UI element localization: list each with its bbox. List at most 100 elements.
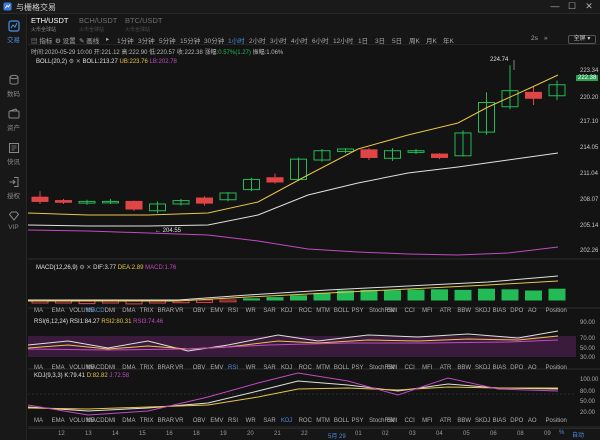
indicator-tab-ao[interactable]: AO [528, 308, 537, 314]
candlestick-chart[interactable] [28, 45, 600, 440]
indicator-tab-mtm[interactable]: MTM [316, 365, 330, 371]
interval-month[interactable]: 月K [426, 35, 437, 45]
maximize-button[interactable]: ☐ [565, 1, 579, 12]
indicator-tab-ma[interactable]: MA [34, 418, 43, 424]
indicator-tab-brar[interactable]: BRAR [157, 308, 174, 314]
interval-2h[interactable]: 2小时 [249, 35, 266, 45]
indicator-tab-brar[interactable]: BRAR [157, 365, 174, 371]
indicator-tab-obv[interactable]: OBV [193, 308, 206, 314]
refresh-interval[interactable]: 2s [531, 35, 538, 42]
interval-week[interactable]: 周K [409, 35, 420, 45]
pair-tab-btc[interactable]: BTC/USDT 火币全球站 [125, 16, 167, 33]
indicator-tab-position[interactable]: Position [546, 418, 567, 424]
indicator-tab-bias[interactable]: BIAS [493, 365, 507, 371]
interval-3d[interactable]: 3日 [375, 35, 385, 45]
indicator-tab-skdj[interactable]: SKDJ [475, 418, 490, 424]
percent-toggle[interactable]: % [559, 430, 564, 436]
indicator-tab-kdj[interactable]: KDJ [281, 365, 292, 371]
indicator-tab-dmi[interactable]: DMI [105, 365, 116, 371]
interval-3m[interactable]: 3分钟 [138, 35, 155, 45]
indicator-tab-smi[interactable]: SMI [387, 418, 398, 424]
indicator-tab-rsi[interactable]: RSI [228, 308, 238, 314]
indicator-tab-cci[interactable]: CCI [404, 418, 414, 424]
minimize-button[interactable]: — [548, 1, 562, 11]
scroll-right-icon[interactable]: » [544, 35, 548, 42]
indicator-tab-ma[interactable]: MA [34, 365, 43, 371]
indicator-tab-macd[interactable]: MACD [87, 418, 105, 424]
interval-6h[interactable]: 6小时 [312, 35, 329, 45]
interval-5d[interactable]: 5日 [392, 35, 402, 45]
indicator-tab-boll[interactable]: BOLL [334, 365, 349, 371]
indicator-tab-mfi[interactable]: MFI [422, 308, 432, 314]
indicator-tab-obv[interactable]: OBV [193, 418, 206, 424]
interval-1m[interactable]: 1分钟 [117, 35, 134, 45]
indicator-tab-ema[interactable]: EMA [52, 418, 65, 424]
indicator-tab-roc[interactable]: ROC [299, 308, 312, 314]
indicator-tab-ma[interactable]: MA [34, 308, 43, 314]
indicator-tab-kdj[interactable]: KDJ [281, 418, 292, 424]
indicator-tab-macd[interactable]: MACD [87, 308, 105, 314]
interval-30m[interactable]: 30分钟 [204, 35, 224, 45]
sidebar-item-data[interactable]: 数码 [0, 74, 27, 104]
indicator-tab-mfi[interactable]: MFI [422, 365, 432, 371]
indicator-tab-wr[interactable]: WR [246, 308, 256, 314]
indicator-tab-obv[interactable]: OBV [193, 365, 206, 371]
interval-year[interactable]: 年K [443, 35, 454, 45]
indicator-tab-macd[interactable]: MACD [87, 365, 105, 371]
indicator-tab-vr[interactable]: VR [175, 365, 183, 371]
interval-3h[interactable]: 3小时 [270, 35, 287, 45]
indicator-tab-trix[interactable]: TRIX [140, 308, 154, 314]
indicator-tab-roc[interactable]: ROC [299, 365, 312, 371]
indicator-tab-dpo[interactable]: DPO [510, 365, 523, 371]
indicator-tab-ema[interactable]: EMA [52, 365, 65, 371]
indicator-tab-bbw[interactable]: BBW [457, 365, 471, 371]
sidebar-item-assets[interactable]: 资产 [0, 108, 27, 138]
indicator-tab-psy[interactable]: PSY [352, 308, 364, 314]
indicator-tab-cci[interactable]: CCI [404, 308, 414, 314]
sidebar-item-trade[interactable]: 交易 [0, 20, 27, 50]
indicator-tab-bias[interactable]: BIAS [493, 418, 507, 424]
indicator-tab-emv[interactable]: EMV [210, 365, 223, 371]
indicator-tab-mtm[interactable]: MTM [316, 418, 330, 424]
indicator-tab-atr[interactable]: ATR [440, 365, 452, 371]
indicator-tab-dpo[interactable]: DPO [510, 308, 523, 314]
indicator-tab-sar[interactable]: SAR [263, 418, 275, 424]
indicator-tab-boll[interactable]: BOLL [334, 418, 349, 424]
interval-dropdown[interactable]: ▸ [106, 35, 109, 43]
interval-15m[interactable]: 15分钟 [180, 35, 200, 45]
indicator-tab-mfi[interactable]: MFI [422, 418, 432, 424]
indicator-tab-vr[interactable]: VR [175, 308, 183, 314]
indicator-tab-sar[interactable]: SAR [263, 365, 275, 371]
settings-icon[interactable]: ⚙ ✕ [79, 265, 91, 271]
interval-5m[interactable]: 5分钟 [159, 35, 176, 45]
indicator-tab-ao[interactable]: AO [528, 365, 537, 371]
indicator-tab-dma[interactable]: DMA [122, 365, 135, 371]
indicator-tab-sar[interactable]: SAR [263, 308, 275, 314]
sidebar-item-news[interactable]: 快讯 [0, 142, 27, 172]
pair-tab-eth[interactable]: ETH/USDT 火币全球站 [31, 16, 73, 33]
indicator-tab-position[interactable]: Position [546, 365, 567, 371]
indicator-tab-dpo[interactable]: DPO [510, 418, 523, 424]
indicator-tab-roc[interactable]: ROC [299, 418, 312, 424]
indicator-tab-brar[interactable]: BRAR [157, 418, 174, 424]
indicator-tab-smi[interactable]: SMI [387, 308, 398, 314]
indicator-tab-rsi[interactable]: RSI [228, 418, 238, 424]
fullscreen-button[interactable]: 全屏 ▾ [568, 35, 596, 44]
indicator-tab-kdj[interactable]: KDJ [281, 308, 292, 314]
indicator-tab-atr[interactable]: ATR [440, 308, 452, 314]
indicator-tab-bbw[interactable]: BBW [457, 308, 471, 314]
indicator-tab-ao[interactable]: AO [528, 418, 537, 424]
indicator-tab-ema[interactable]: EMA [52, 308, 65, 314]
indicator-tab-atr[interactable]: ATR [440, 418, 452, 424]
indicator-tab-dma[interactable]: DMA [122, 418, 135, 424]
indicator-tab-position[interactable]: Position [546, 308, 567, 314]
settings-button[interactable]: ⚙ 设置 [55, 35, 76, 45]
indicator-tab-dmi[interactable]: DMI [105, 418, 116, 424]
indicator-tab-bias[interactable]: BIAS [493, 308, 507, 314]
interval-12h[interactable]: 12小时 [333, 35, 353, 45]
indicator-tab-emv[interactable]: EMV [210, 308, 223, 314]
indicator-tab-vr[interactable]: VR [175, 418, 183, 424]
auto-scale-toggle[interactable]: 自动 [572, 430, 584, 439]
indicator-tab-skdj[interactable]: SKDJ [475, 365, 490, 371]
indicator-tab-wr[interactable]: WR [246, 365, 256, 371]
